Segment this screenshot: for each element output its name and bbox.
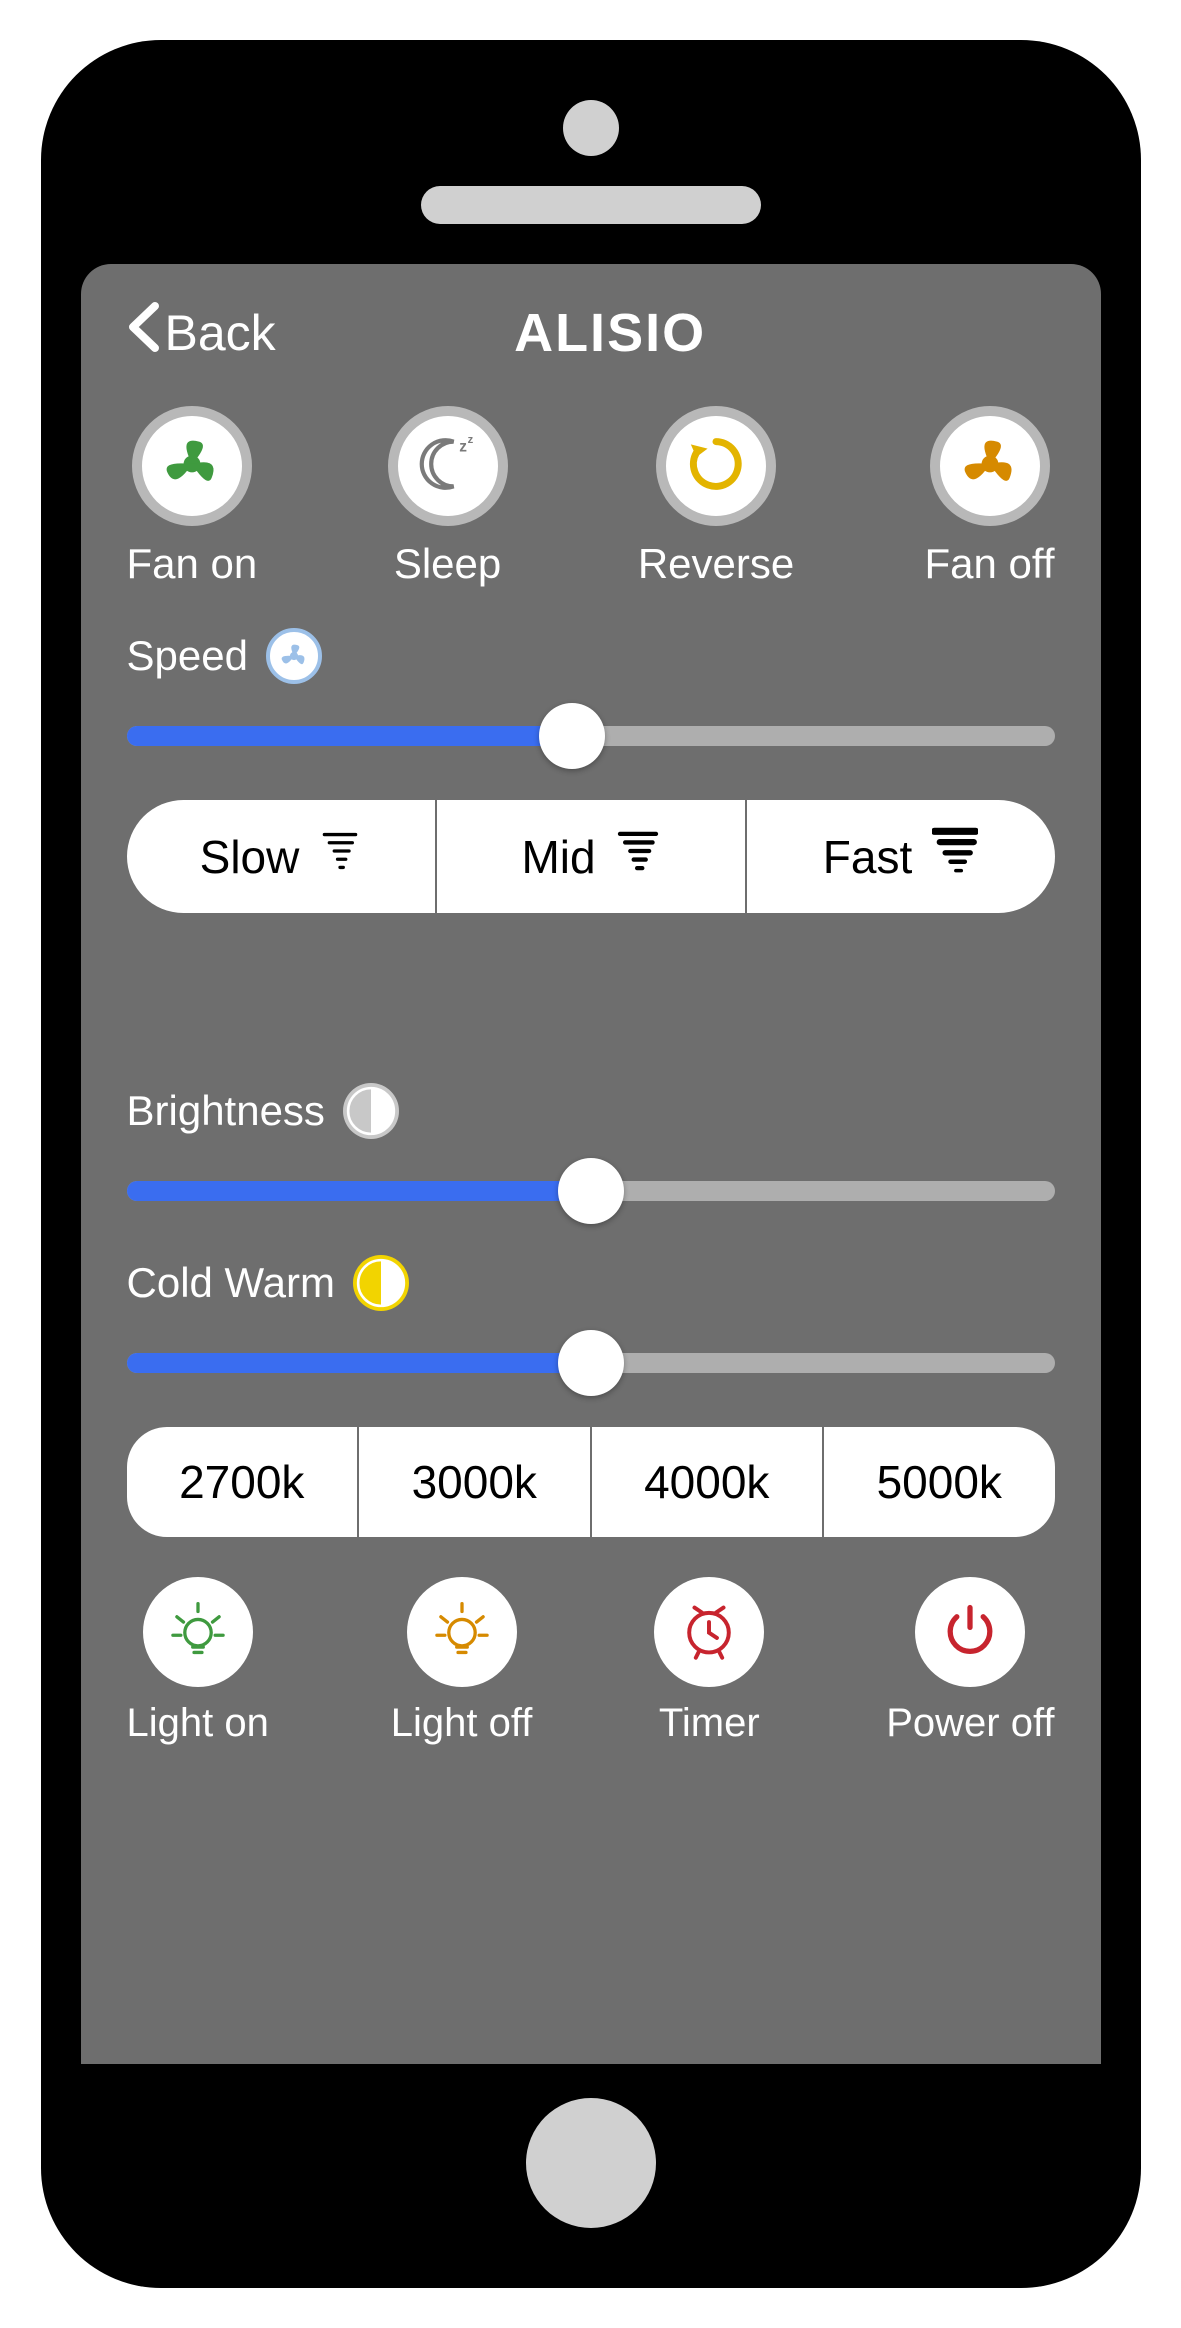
mode-row: Fan on zz Sleep Reverse [127,406,1055,588]
coldwarm-label-row: Cold Warm [127,1255,1055,1311]
mode-label: Reverse [638,540,794,588]
preset-label: Fast [823,830,912,884]
power-icon [937,1597,1003,1668]
phone-frame: Back ALISIO Fan on zz Sleep [41,40,1141,2288]
speed-preset-row: Slow Mid Fast [127,800,1055,913]
fan-icon [955,429,1025,504]
slider-fill [127,1181,591,1201]
mode-label: Fan on [127,540,258,588]
speed-label: Speed [127,632,248,680]
fan-on-button[interactable]: Fan on [127,406,258,588]
svg-text:z: z [467,434,473,446]
reverse-button[interactable]: Reverse [638,406,794,588]
mode-label: Sleep [394,540,501,588]
kelvin-label: 2700k [179,1456,304,1508]
preset-label: Mid [521,830,595,884]
kelvin-label: 4000k [644,1456,769,1508]
back-button[interactable]: Back [127,302,276,364]
reverse-icon [681,429,751,504]
timer-button[interactable]: Timer [654,1577,764,1746]
fan-icon [157,429,227,504]
clock-icon [676,1597,742,1668]
svg-text:z: z [459,438,467,455]
brightness-slider[interactable] [127,1161,1055,1221]
bottom-label: Timer [659,1701,760,1746]
chevron-left-icon [127,302,159,364]
speed-slider[interactable] [127,706,1055,766]
light-on-button[interactable]: Light on [127,1577,269,1746]
tornado-icon [932,826,978,887]
phone-speaker [421,186,761,224]
bottom-label: Light off [391,1701,533,1746]
bulb-icon [165,1597,231,1668]
page-title: ALISIO [276,302,945,364]
sleep-button[interactable]: zz Sleep [388,406,508,588]
kelvin-3000-button[interactable]: 3000k [359,1427,592,1537]
back-label: Back [165,304,276,362]
brightness-label-row: Brightness [127,1083,1055,1139]
tornado-icon [319,828,361,885]
header-bar: Back ALISIO [127,302,1055,364]
kelvin-label: 3000k [412,1456,537,1508]
kelvin-5000-button[interactable]: 5000k [824,1427,1055,1537]
mode-label: Fan off [925,540,1055,588]
kelvin-label: 5000k [877,1456,1002,1508]
speed-fast-button[interactable]: Fast [747,800,1055,913]
bottom-label: Light on [127,1701,269,1746]
power-off-button[interactable]: Power off [886,1577,1054,1746]
preset-label: Slow [200,830,300,884]
moon-icon: zz [413,429,483,504]
fan-off-button[interactable]: Fan off [925,406,1055,588]
coldwarm-label: Cold Warm [127,1259,335,1307]
slider-thumb[interactable] [539,703,605,769]
kelvin-2700-button[interactable]: 2700k [127,1427,360,1537]
kelvin-row: 2700k 3000k 4000k 5000k [127,1427,1055,1537]
half-circle-icon [353,1255,409,1311]
bottom-label: Power off [886,1701,1054,1746]
brightness-label: Brightness [127,1087,325,1135]
slider-fill [127,1353,591,1373]
app-screen: Back ALISIO Fan on zz Sleep [81,264,1101,2064]
slider-fill [127,726,572,746]
kelvin-4000-button[interactable]: 4000k [592,1427,825,1537]
home-button[interactable] [526,2098,656,2228]
speed-label-row: Speed [127,628,1055,684]
tornado-icon [616,827,660,886]
coldwarm-slider[interactable] [127,1333,1055,1393]
slider-thumb[interactable] [558,1158,624,1224]
slider-thumb[interactable] [558,1330,624,1396]
speed-mid-button[interactable]: Mid [437,800,747,913]
bulb-icon [429,1597,495,1668]
light-off-button[interactable]: Light off [391,1577,533,1746]
bottom-row: Light on Light off Timer [127,1577,1055,1746]
half-circle-icon [343,1083,399,1139]
phone-camera [563,100,619,156]
speed-slow-button[interactable]: Slow [127,800,437,913]
fan-icon [266,628,322,684]
